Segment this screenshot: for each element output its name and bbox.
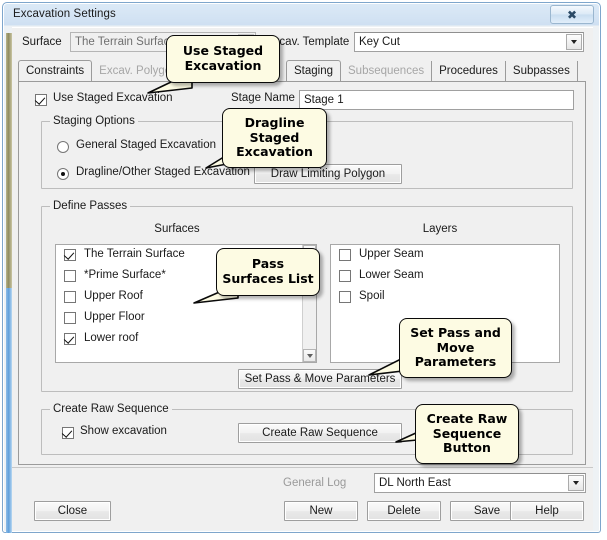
general-log-label: General Log (283, 477, 347, 489)
delete-button[interactable]: Delete (367, 501, 441, 521)
delete-button-label: Delete (387, 505, 421, 517)
chevron-down-icon[interactable] (568, 475, 584, 491)
surface-label: Upper Roof (84, 290, 143, 302)
surface-template-row: Surface The Terrain Surface Excav. Templ… (18, 32, 586, 54)
list-item[interactable]: Lower roof (56, 329, 316, 350)
tab-staging[interactable]: Staging (286, 60, 342, 82)
dialog-footer: General Log DL North East Close New Dele… (12, 467, 593, 530)
tab-subsequences[interactable]: Subsequences (341, 61, 433, 81)
list-item[interactable]: Upper Seam (331, 245, 559, 266)
help-button-label: Help (535, 505, 559, 517)
surface-label: *Prime Surface* (84, 269, 166, 281)
stage-name-input[interactable]: Stage 1 (299, 90, 574, 110)
show-excavation-label: Show excavation (80, 425, 167, 437)
surface-checkbox[interactable] (64, 291, 76, 303)
radio-general-staged-excavation-label: General Staged Excavation (76, 139, 217, 151)
stage-name-label: Stage Name (231, 92, 295, 104)
callout-set-pass-and-move-parameters: Set Pass and Move Parameters (399, 318, 512, 378)
surface-label: Lower roof (84, 332, 139, 344)
use-staged-excavation-checkbox[interactable] (35, 94, 47, 106)
tab-subpasses[interactable]: Subpasses (506, 61, 578, 81)
callout-use-staged-excavation: Use Staged Excavation (166, 35, 280, 83)
layer-checkbox[interactable] (339, 270, 351, 282)
help-button[interactable]: Help (510, 501, 584, 521)
close-button[interactable]: Close (34, 501, 111, 521)
surface-label: Surface (22, 36, 62, 48)
surface-checkbox[interactable] (64, 270, 76, 282)
layer-label: Spoil (359, 290, 385, 302)
layers-header: Layers (422, 223, 458, 235)
create-raw-sequence-button[interactable]: Create Raw Sequence (238, 423, 402, 443)
layer-label: Lower Seam (359, 269, 424, 281)
surfaces-header: Surfaces (154, 223, 200, 235)
callout-create-raw-sequence-button: Create Raw Sequence Button (415, 404, 519, 464)
layer-checkbox[interactable] (339, 249, 351, 261)
draw-limiting-polygon-label: Draw Limiting Polygon (270, 168, 386, 180)
new-button-label: New (309, 505, 333, 517)
surface-label: Upper Floor (84, 311, 145, 323)
new-button[interactable]: New (284, 501, 358, 521)
title-bar: Excavation Settings ✖ (3, 3, 600, 27)
surface-checkbox[interactable] (64, 249, 76, 261)
surface-checkbox[interactable] (64, 333, 76, 345)
chevron-down-icon[interactable] (566, 34, 582, 50)
tab-procedures[interactable]: Procedures (432, 61, 506, 81)
save-button-label: Save (473, 505, 501, 517)
radio-general-staged-excavation[interactable] (57, 141, 69, 153)
excav-template-dropdown[interactable]: Key Cut (354, 32, 584, 52)
general-log-value: DL North East (379, 477, 451, 489)
scroll-down-icon[interactable] (303, 349, 316, 362)
general-log-dropdown[interactable]: DL North East (374, 473, 586, 493)
create-raw-sequence-button-label: Create Raw Sequence (262, 427, 378, 439)
list-item[interactable]: Upper Floor (56, 308, 316, 329)
create-raw-sequence-title: Create Raw Sequence (50, 403, 172, 415)
close-button-label: Close (57, 505, 88, 517)
show-excavation-checkbox[interactable] (62, 427, 74, 439)
surface-value: The Terrain Surface (75, 36, 176, 48)
list-item[interactable]: Spoil (331, 287, 559, 308)
window-title: Excavation Settings (13, 8, 116, 20)
surface-label: The Terrain Surface (84, 248, 185, 260)
surface-checkbox[interactable] (64, 312, 76, 324)
radio-dragline-staged-excavation[interactable] (57, 168, 69, 180)
stage-name-value: Stage 1 (304, 94, 344, 106)
list-item[interactable]: Lower Seam (331, 266, 559, 287)
define-passes-title: Define Passes (50, 200, 131, 212)
close-icon[interactable]: ✖ (550, 5, 594, 24)
staging-options-title: Staging Options (50, 115, 138, 127)
layer-checkbox[interactable] (339, 291, 351, 303)
callout-pass-surfaces-list: Pass Surfaces List (216, 248, 320, 296)
tab-constraints[interactable]: Constraints (18, 60, 93, 82)
layer-label: Upper Seam (359, 248, 424, 260)
callout-dragline-staged-excavation: Dragline Staged Excavation (222, 108, 327, 168)
excav-template-value: Key Cut (359, 36, 400, 48)
right-tab-strip: Staging Subsequences Procedures Subpasse… (286, 60, 586, 82)
